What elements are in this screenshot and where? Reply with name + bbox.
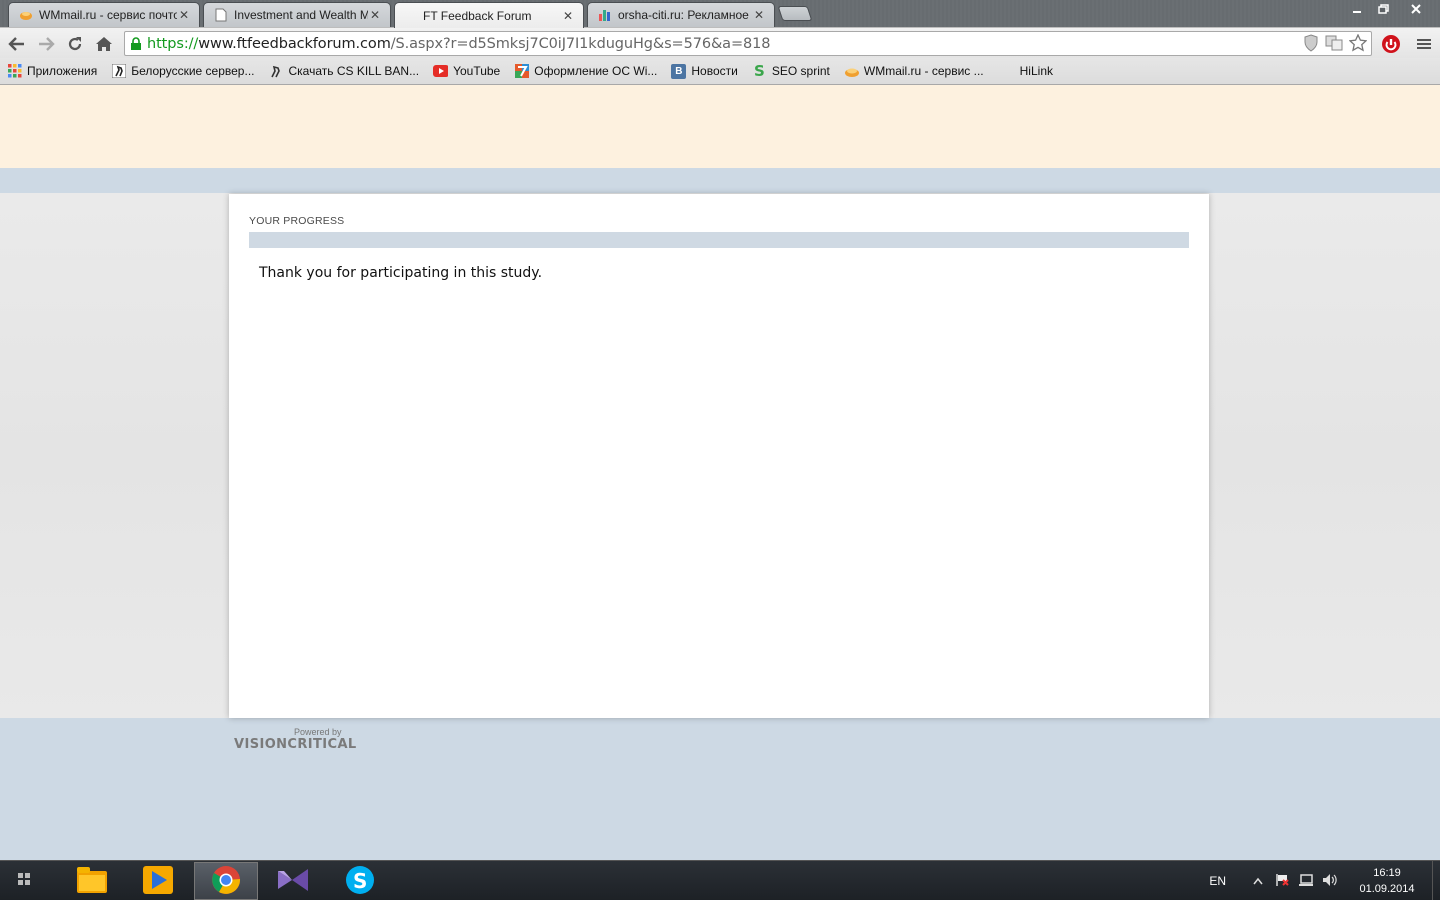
chrome-icon	[211, 865, 241, 898]
minimize-icon[interactable]	[1344, 0, 1370, 18]
apps-icon	[7, 64, 22, 79]
action-center-flag-icon[interactable]	[1270, 873, 1294, 890]
bookmark-youtube[interactable]: YouTube	[433, 64, 500, 79]
powered-by-label: Powered by	[294, 727, 342, 737]
window-controls	[1344, 0, 1436, 18]
omnibox-actions	[1303, 33, 1368, 55]
bookmark-label: Приложения	[27, 64, 98, 78]
restore-icon[interactable]	[1370, 0, 1396, 18]
close-icon[interactable]: ✕	[177, 8, 191, 22]
close-window-icon[interactable]	[1396, 0, 1436, 18]
star-icon[interactable]	[1348, 33, 1368, 55]
tab-wmmail[interactable]: WMmail.ru - сервис почтов ✕	[8, 2, 200, 27]
system-tray: EN 16:19 01.09.2014	[1209, 861, 1440, 900]
bookmarks-bar: Приложения Белорусские сервер... Скачать…	[0, 58, 1440, 85]
wmmail-icon	[19, 8, 33, 22]
clock[interactable]: 16:19 01.09.2014	[1342, 865, 1432, 897]
tab-strip: WMmail.ru - сервис почтов ✕ Investment a…	[0, 0, 1440, 28]
bookmark-label: HiLink	[1019, 64, 1053, 78]
bookmark-label: Новости	[691, 64, 738, 78]
taskbar-visual-studio[interactable]	[261, 862, 325, 900]
forward-icon[interactable]	[35, 33, 57, 55]
skype-icon: S	[345, 865, 375, 898]
wmmail-icon	[844, 64, 859, 79]
cs-icon	[268, 64, 283, 79]
browser-chrome: WMmail.ru - сервис почтов ✕ Investment a…	[0, 0, 1440, 85]
address-bar[interactable]: https://www.ftfeedbackforum.com/S.aspx?r…	[124, 31, 1372, 56]
bookmark-seo-sprint[interactable]: S SEO sprint	[752, 63, 830, 79]
tab-orsha-citi[interactable]: orsha-citi.ru: Рекламное аг ✕	[587, 2, 775, 27]
bookmark-wmmail[interactable]: WMmail.ru - сервис ...	[844, 64, 984, 79]
bookmark-apps[interactable]: Приложения	[7, 64, 97, 79]
bookmark-hilink[interactable]: HiLink	[1020, 64, 1053, 78]
chart-icon	[598, 8, 612, 22]
bookmark-os-windows[interactable]: Оформление ОС Wi...	[514, 64, 657, 79]
bookmark-label: SEO sprint	[771, 64, 830, 78]
volume-icon[interactable]	[1318, 873, 1342, 890]
bookmark-cs-kill-ban[interactable]: Скачать CS KILL BAN...	[268, 64, 419, 79]
vs-icon	[276, 865, 310, 898]
url-path: /S.aspx?r=d5Smksj7C0iJ7I1kduguHg&s=576&a…	[390, 35, 771, 52]
translate-icon[interactable]	[1325, 34, 1343, 55]
taskbar-file-manager[interactable]	[60, 862, 124, 900]
bookmark-label: WMmail.ru - сервис ...	[863, 64, 984, 78]
show-desktop-button[interactable]	[1432, 861, 1440, 900]
progress-label: YOUR PROGRESS	[249, 215, 345, 227]
cs-icon	[111, 64, 126, 79]
seven-icon	[514, 64, 529, 79]
taskbar-media-player[interactable]	[126, 862, 190, 900]
close-icon[interactable]: ✕	[561, 9, 575, 23]
player-icon	[142, 865, 174, 898]
taskbar-chrome[interactable]	[194, 862, 258, 900]
progress-bar	[249, 232, 1189, 248]
adblock-icon[interactable]	[1380, 33, 1402, 55]
reload-icon[interactable]	[64, 33, 86, 55]
page-icon	[214, 8, 228, 22]
tab-title: Investment and Wealth Ma	[234, 8, 368, 22]
tab-title: WMmail.ru - сервис почтов	[39, 8, 177, 22]
menu-icon[interactable]	[1413, 33, 1435, 55]
browser-toolbar: https://www.ftfeedbackforum.com/S.aspx?r…	[0, 27, 1440, 58]
thank-you-message: Thank you for participating in this stud…	[259, 265, 543, 281]
bookmark-label: YouTube	[453, 64, 501, 78]
shield-icon[interactable]	[1303, 34, 1319, 55]
tab-ft-feedback[interactable]: FT Feedback Forum ✕	[394, 2, 584, 28]
seo-sprint-icon: S	[752, 63, 767, 79]
page-header-banner	[0, 85, 1440, 168]
bookmark-label: Белорусские сервер...	[131, 64, 255, 78]
windows-taskbar: S EN 16:19 01.09.2014	[0, 860, 1440, 900]
lock-icon	[125, 36, 147, 51]
close-icon[interactable]: ✕	[368, 8, 382, 22]
url-text[interactable]: https://www.ftfeedbackforum.com/S.aspx?r…	[147, 35, 771, 52]
folder-icon	[76, 865, 108, 898]
home-icon[interactable]	[93, 33, 115, 55]
tab-investment[interactable]: Investment and Wealth Ma ✕	[203, 2, 391, 27]
visioncritical-logo: VISIONCRITICAL	[234, 737, 357, 752]
close-icon[interactable]: ✕	[752, 8, 766, 22]
new-tab-button[interactable]	[777, 6, 813, 21]
tab-title: orsha-citi.ru: Рекламное аг	[618, 8, 752, 22]
page-content: YOUR PROGRESS Thank you for participatin…	[0, 85, 1440, 860]
vk-icon: B	[671, 63, 687, 79]
bookmark-news[interactable]: B Новости	[671, 63, 738, 79]
clock-time: 16:19	[1373, 867, 1401, 879]
bookmark-label: Оформление ОС Wi...	[534, 64, 658, 78]
bookmark-label: Скачать CS KILL BAN...	[288, 64, 420, 78]
show-hidden-icons-icon[interactable]	[1246, 874, 1270, 888]
url-host: www.ftfeedbackforum.com	[198, 35, 391, 52]
url-scheme: https://	[147, 35, 199, 52]
svg-text:S: S	[754, 63, 765, 79]
language-indicator[interactable]: EN	[1209, 874, 1226, 888]
start-button[interactable]	[18, 873, 36, 889]
svg-text:S: S	[353, 869, 367, 893]
network-icon[interactable]	[1294, 873, 1318, 890]
taskbar-skype[interactable]: S	[328, 862, 392, 900]
tab-title: FT Feedback Forum	[423, 8, 532, 23]
bookmark-belarus-servers[interactable]: Белорусские сервер...	[111, 64, 254, 79]
clock-date: 01.09.2014	[1359, 883, 1415, 895]
back-icon[interactable]	[6, 33, 28, 55]
powered-by-logo: Powered by VISIONCRITICAL	[234, 727, 357, 752]
survey-card: YOUR PROGRESS Thank you for participatin…	[229, 194, 1209, 718]
youtube-icon	[433, 64, 449, 79]
